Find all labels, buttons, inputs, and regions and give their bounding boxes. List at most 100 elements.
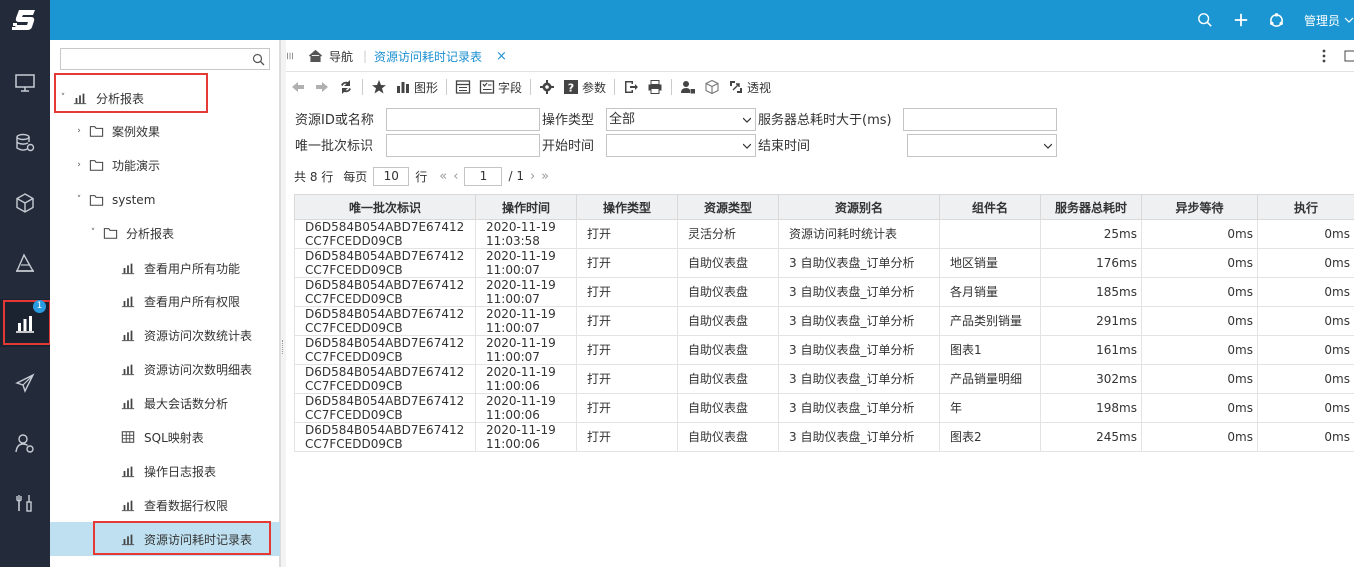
table-cell: 资源访问耗时统计表 <box>778 219 940 249</box>
prev-page-icon[interactable]: ‹ <box>453 169 458 184</box>
print-button[interactable] <box>643 76 667 98</box>
table-cell: 年 <box>939 393 1041 423</box>
theme-icon[interactable] <box>1268 11 1286 29</box>
window-icon[interactable] <box>1344 40 1354 72</box>
tree-node-case-effects[interactable]: › 案例效果 <box>74 119 160 143</box>
settings-button[interactable] <box>535 76 559 98</box>
export-icon <box>625 81 639 93</box>
op-type-select[interactable]: 全部 <box>606 108 756 131</box>
table-row[interactable]: D6D584B054ABD7E67412CC7FCEDD09CB 2020-11-… <box>294 306 1354 336</box>
table-cell: 自助仪表盘 <box>677 306 779 336</box>
back-button[interactable] <box>286 76 310 98</box>
tree-node-label: 查看用户所有权限 <box>144 294 241 309</box>
tree-leaf-row-permissions[interactable]: 查看数据行权限 <box>116 493 228 517</box>
start-time-select[interactable] <box>606 134 756 157</box>
end-time-select[interactable] <box>907 134 1057 157</box>
table-cell: 3 自助仪表盘_订单分析 <box>778 248 940 278</box>
resource-id-input[interactable] <box>386 108 540 131</box>
column-header[interactable]: 操作类型 <box>576 194 678 220</box>
last-page-icon[interactable]: » <box>541 169 549 184</box>
table-row[interactable]: D6D584B054ABD7E67412CC7FCEDD09CB 2020-11-… <box>294 393 1354 423</box>
gear-icon <box>540 80 555 94</box>
rail-analysis-reports[interactable]: 1 <box>0 299 51 347</box>
table-row[interactable]: D6D584B054ABD7E67412CC7FCEDD09CB 2020-11-… <box>294 364 1354 394</box>
tree-node-system[interactable]: ˅ system <box>74 188 156 212</box>
page-input[interactable]: 1 <box>464 166 503 186</box>
resource-id-label: 资源ID或名称 <box>295 113 374 128</box>
refresh-button[interactable] <box>334 76 358 98</box>
user-permission-button[interactable] <box>676 76 700 98</box>
tree-node-label: 分析报表 <box>96 91 145 106</box>
user-settings-icon <box>15 434 34 453</box>
table-cell: 2020-11-19 11:00:06 <box>475 422 577 452</box>
per-page-input[interactable]: 10 <box>373 166 410 186</box>
tab-list-toggle[interactable] <box>286 40 294 72</box>
next-page-icon[interactable]: › <box>530 169 535 184</box>
table-cell: 291ms <box>1040 306 1142 336</box>
tree-leaf-user-functions[interactable]: 查看用户所有功能 <box>116 256 240 280</box>
table-row[interactable]: D6D584B054ABD7E67412CC7FCEDD09CB 2020-11-… <box>294 219 1354 249</box>
table-row[interactable]: D6D584B054ABD7E67412CC7FCEDD09CB 2020-11-… <box>294 277 1354 307</box>
tab-close-icon[interactable]: × <box>496 49 507 64</box>
rail-analysis-tools[interactable] <box>0 239 50 287</box>
export-button[interactable] <box>619 76 643 98</box>
table-cell: 0ms <box>1141 306 1258 336</box>
forward-button[interactable] <box>310 76 334 98</box>
tree-leaf-access-count-detail[interactable]: 资源访问次数明细表 <box>116 357 252 381</box>
table-cell: 自助仪表盘 <box>677 422 779 452</box>
tree-node-analysis-reports[interactable]: ˅ 分析报表 <box>58 86 144 110</box>
table-view-button[interactable] <box>451 76 475 98</box>
table-row[interactable]: D6D584B054ABD7E67412CC7FCEDD09CB 2020-11-… <box>294 248 1354 278</box>
tree-leaf-operation-log[interactable]: 操作日志报表 <box>116 459 216 483</box>
tree-search-input[interactable] <box>60 48 270 70</box>
rail-users[interactable] <box>0 419 50 467</box>
server-time-input[interactable] <box>903 108 1057 131</box>
search-icon[interactable] <box>1196 11 1214 29</box>
table-cell: D6D584B054ABD7E67412CC7FCEDD09CB <box>294 219 476 249</box>
table-cell: 地区销量 <box>939 248 1041 278</box>
column-header[interactable]: 组件名 <box>939 194 1041 220</box>
column-header[interactable]: 资源类型 <box>677 194 779 220</box>
table-cell: 0ms <box>1257 422 1354 452</box>
column-header[interactable]: 唯一批次标识 <box>294 194 476 220</box>
user-menu[interactable]: 管理员 <box>1304 12 1354 29</box>
more-options-icon[interactable] <box>1322 40 1326 72</box>
table-row[interactable]: D6D584B054ABD7E67412CC7FCEDD09CB 2020-11-… <box>294 335 1354 365</box>
tree-node-system-analysis-reports[interactable]: ˅ 分析报表 <box>88 221 174 245</box>
table-cell: 0ms <box>1141 277 1258 307</box>
column-header[interactable]: 资源别名 <box>778 194 940 220</box>
table-row[interactable]: D6D584B054ABD7E67412CC7FCEDD09CB 2020-11-… <box>294 422 1354 452</box>
column-header[interactable]: 服务器总耗时 <box>1040 194 1142 220</box>
pivot-button[interactable]: 透视 <box>724 76 775 98</box>
folder-icon <box>103 228 117 239</box>
report-chart-icon <box>121 263 135 275</box>
tree-leaf-access-count-stats[interactable]: 资源访问次数统计表 <box>116 323 252 347</box>
rail-monitor[interactable] <box>0 59 50 107</box>
rail-system[interactable] <box>0 479 50 527</box>
tree-node-label: 功能演示 <box>112 158 161 173</box>
help-icon: ? <box>564 80 579 95</box>
arrow-left-icon <box>292 82 304 92</box>
rail-publish[interactable] <box>0 359 50 407</box>
params-button[interactable]: ? 参数 <box>559 76 610 98</box>
favorite-button[interactable] <box>367 76 391 98</box>
tree-leaf-max-sessions[interactable]: 最大会话数分析 <box>116 391 228 415</box>
resource-button[interactable] <box>700 76 724 98</box>
rail-resources[interactable] <box>0 179 50 227</box>
column-header[interactable]: 异步等待 <box>1141 194 1258 220</box>
tree-leaf-sql-mapping[interactable]: SQL映射表 <box>116 425 204 449</box>
table-cell: 3 自助仪表盘_订单分析 <box>778 277 940 307</box>
first-page-icon[interactable]: « <box>439 169 447 184</box>
rail-datasource[interactable] <box>0 119 50 167</box>
tab-access-time-log[interactable]: 资源访问耗时记录表 × <box>374 40 507 72</box>
fields-button[interactable]: 字段 <box>475 76 526 98</box>
column-header[interactable]: 操作时间 <box>475 194 577 220</box>
batch-id-input[interactable] <box>386 134 540 157</box>
tab-navigation[interactable]: 导航 <box>308 40 353 72</box>
app-logo[interactable] <box>0 0 50 40</box>
tree-node-feature-demo[interactable]: › 功能演示 <box>74 153 160 177</box>
column-header[interactable]: 执行 <box>1257 194 1354 220</box>
add-icon[interactable] <box>1232 11 1250 29</box>
chart-button[interactable]: 图形 <box>391 76 442 98</box>
tree-leaf-user-permissions[interactable]: 查看用户所有权限 <box>116 289 240 313</box>
